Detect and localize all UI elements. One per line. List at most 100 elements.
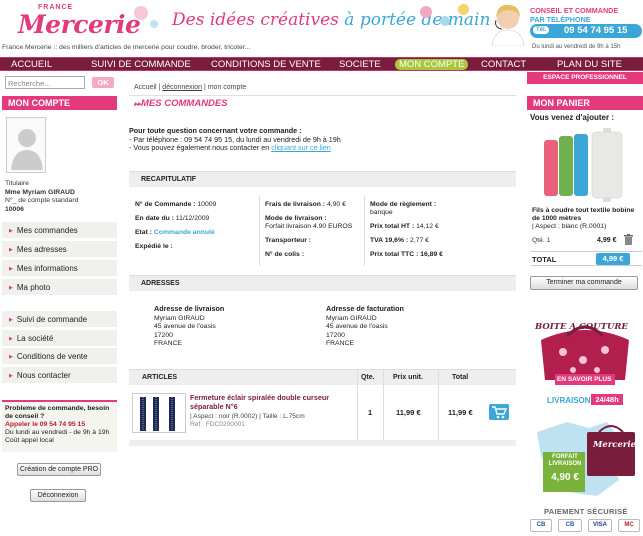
cart-product-aspect: | Aspect : blanc (R.0001): [532, 223, 607, 230]
product-total: 11,99 €: [448, 408, 473, 417]
search-input[interactable]: Recherche...: [5, 76, 85, 89]
sidebar-item-nous-contacter[interactable]: Nous contacter: [2, 367, 117, 384]
nav-item-accueil[interactable]: ACCUEIL: [11, 59, 52, 70]
tagline-part-1: Des idées créatives: [172, 10, 339, 30]
promo-sewing-box[interactable]: BOITE A COUTURE EN SAVOIR PLUS: [527, 300, 643, 390]
help-title: Probleme de commande, besoin de conseil …: [5, 405, 110, 420]
card-mastercard-icon: MC: [618, 519, 640, 532]
cart-added-text: Vous venez d'ajouter :: [530, 113, 614, 122]
promo-forfait: FORFAIT LIVRAISON: [548, 454, 582, 467]
product-qty: 1: [368, 408, 373, 417]
product-name-link[interactable]: Fermeture éclair spiralée double curseur…: [190, 393, 350, 411]
col-divider: [383, 369, 384, 441]
finish-order-button[interactable]: Terminer ma commande: [530, 276, 638, 290]
shipped-date-label: Expédié le :: [135, 243, 173, 250]
total-ht: 14,12 €: [416, 223, 439, 230]
promo-logo: Mercerie: [593, 440, 636, 450]
nav-item-conditions-vente[interactable]: CONDITIONS DE VENTE: [211, 59, 321, 70]
product-aspect: | Aspect : noir (R.0002) | Taille : L.75…: [190, 413, 305, 420]
shipping-fee: 4,90 €: [326, 201, 346, 208]
phone-pill[interactable]: Tél. 09 54 74 95 15: [530, 24, 642, 38]
cart-total: 4,99 €: [596, 253, 630, 265]
sidebar-item-mes-commandes[interactable]: Mes commandes: [2, 222, 117, 239]
order-number-label: N° de Commande :: [135, 201, 196, 208]
breadcrumb-logout[interactable]: déconnexion: [162, 84, 202, 91]
sidebar-item-la-societe[interactable]: La société: [2, 330, 117, 347]
col-divider: [438, 369, 439, 441]
promo-box-title: BOITE A COUTURE: [535, 322, 628, 332]
nav-item-mon-compte[interactable]: MON COMPTE: [395, 59, 469, 70]
create-pro-account-button[interactable]: Création de compte PRO: [17, 463, 101, 476]
tel-label: Tél.: [533, 26, 550, 34]
contact-mail-text: - Vous pouvez également nous contacter e…: [129, 143, 270, 153]
decor-flower-icon: [458, 4, 469, 15]
col-qty: Qte.: [361, 374, 375, 381]
nav-item-contact[interactable]: CONTACT: [481, 59, 526, 70]
decor-spool-icon: [440, 16, 450, 26]
site-logo[interactable]: FRANCE Mercerie: [6, 2, 141, 42]
account-holder-name: Mme Myriam GIRAUD: [5, 188, 75, 196]
product-image-thread[interactable]: [534, 126, 634, 204]
cart-product-name[interactable]: Fils à coudre tout textile bobine de 100…: [532, 207, 634, 222]
trash-icon[interactable]: [624, 234, 633, 245]
order-date-label: En date du :: [135, 215, 174, 222]
promo-box-more[interactable]: EN SAVOIR PLUS: [557, 376, 611, 383]
help-cost: Coût appel local: [5, 437, 54, 444]
search-button[interactable]: OK: [92, 77, 114, 88]
promo-shipping[interactable]: LIVRAISON 24/48h Mercerie FORFAIT LIVRAI…: [527, 392, 643, 504]
product-image-zipper[interactable]: [132, 393, 186, 433]
site-description: France Mercerie :: des milliers d'articl…: [2, 44, 251, 51]
help-phone: Appeler le 09 54 74 95 15: [5, 421, 86, 428]
promo-price: 4,90 €: [551, 472, 579, 483]
cart-total-label: TOTAL: [532, 255, 557, 264]
decor-flower-icon: [134, 6, 148, 20]
shipping-fee-label: Frais de livraison :: [265, 201, 326, 208]
breadcrumb: Accueil | déconnexion | mon compte: [134, 84, 247, 91]
articles-header: ARTICLES Qte. Prix unit. Total: [129, 369, 516, 385]
payment-mode: banque: [370, 209, 393, 216]
card-cb2-icon: CB: [558, 519, 582, 532]
address-line: 17200: [154, 331, 173, 339]
recap-divider: [364, 196, 365, 266]
sidebar-item-mes-adresses[interactable]: Mes adresses: [2, 241, 117, 258]
account-info: Titulaire Mme Myriam GIRAUD N°_ de compt…: [5, 180, 78, 214]
carrier-label: Transporteur :: [265, 237, 312, 244]
decor-button-icon: [150, 20, 158, 28]
contact-link[interactable]: cliquant sur ce lien: [271, 143, 331, 152]
sidebar-item-suivi-commande[interactable]: Suivi de commande: [2, 311, 117, 328]
cart-total-row: TOTAL 4,99 €: [530, 251, 642, 266]
site-header: FRANCE Mercerie Des idées créatives à po…: [0, 0, 643, 58]
recap-divider: [259, 196, 260, 266]
phone-hours: Du lundi au vendredi de 9h à 15h: [532, 44, 621, 50]
sidebar-item-conditions-vente[interactable]: Conditions de vente: [2, 348, 117, 365]
address-line: FRANCE: [326, 339, 354, 347]
user-silhouette-icon: [11, 129, 43, 170]
card-visa-icon: VISA: [588, 519, 612, 532]
sidebar-item-mes-informations[interactable]: Mes informations: [2, 260, 117, 277]
order-number: 10009: [197, 201, 217, 208]
shipping-address-title: Adresse de livraison: [154, 304, 225, 313]
breadcrumb-home[interactable]: Accueil: [134, 84, 157, 91]
addresses-header: ADRESSES: [129, 275, 516, 291]
avatar[interactable]: [6, 117, 46, 173]
decor-thread-icon: [420, 6, 432, 18]
account-holder-label: Titulaire: [5, 180, 29, 187]
cart-icon: [492, 406, 508, 419]
shipping-mode-label: Mode de livraison :: [265, 215, 327, 222]
product-ref: Ref : FDC0200001: [190, 421, 245, 428]
add-to-cart-button[interactable]: [489, 404, 509, 420]
nav-item-plan-site[interactable]: PLAN DU SITE: [557, 59, 622, 70]
secure-payment-title: PAIEMENT SÉCURISÉ: [544, 507, 628, 516]
address-line: 45 avenue de l'oasis: [326, 323, 388, 331]
logo-main-text: Mercerie: [18, 10, 141, 39]
pro-space-link[interactable]: ESPACE PROFESSIONNEL: [527, 72, 643, 84]
nav-item-societe[interactable]: SOCIETE: [339, 59, 381, 70]
nav-item-suivi-commande[interactable]: SUIVI DE COMMANDE: [91, 59, 191, 70]
sidebar-item-ma-photo[interactable]: Ma photo: [2, 279, 117, 296]
help-hours: Du lundi au vendredi - de 9h à 19h: [5, 429, 110, 436]
logout-button[interactable]: Déconnexion: [30, 489, 86, 502]
recap-header: RECAPITULATIF: [129, 171, 516, 187]
total-ht-label: Prix total HT :: [370, 223, 415, 230]
col-articles: ARTICLES: [142, 374, 177, 381]
payment-mode-label: Mode de règlement :: [370, 201, 437, 208]
